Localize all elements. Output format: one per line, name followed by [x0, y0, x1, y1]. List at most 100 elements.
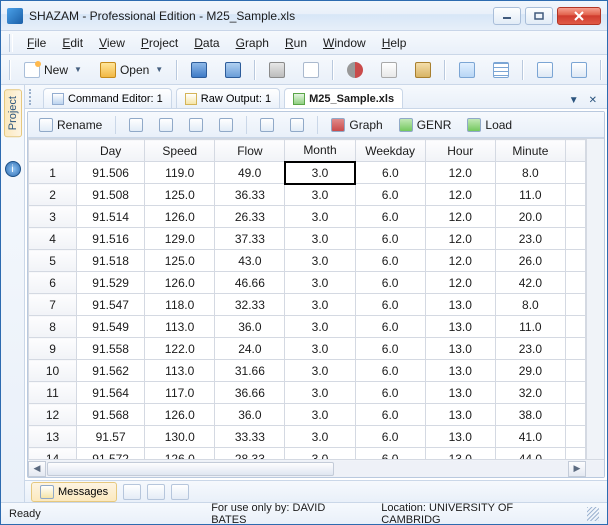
cell[interactable]: 91.516: [77, 228, 145, 250]
cell[interactable]: 36.33: [215, 184, 285, 206]
cell[interactable]: 12.0: [425, 228, 495, 250]
menu-view[interactable]: View: [91, 34, 133, 52]
cell[interactable]: 37.33: [215, 228, 285, 250]
messages-tab[interactable]: Messages: [31, 482, 117, 502]
cell[interactable]: 125.0: [145, 250, 215, 272]
cell[interactable]: 6.0: [355, 316, 425, 338]
cell[interactable]: 3.0: [285, 360, 355, 382]
cell[interactable]: 6.0: [355, 294, 425, 316]
cell[interactable]: 23.0: [495, 228, 565, 250]
cell[interactable]: 43.0: [215, 250, 285, 272]
sort-button[interactable]: [285, 115, 309, 135]
cell[interactable]: 6.0: [355, 184, 425, 206]
row-header[interactable]: 2: [29, 184, 77, 206]
tab-raw-output[interactable]: Raw Output: 1: [176, 88, 280, 108]
cell[interactable]: 6.0: [355, 338, 425, 360]
cell[interactable]: 3.0: [285, 250, 355, 272]
cell[interactable]: 6.0: [355, 426, 425, 448]
cell[interactable]: 13.0: [425, 404, 495, 426]
cell[interactable]: 118.0: [145, 294, 215, 316]
cell[interactable]: 29.0: [495, 360, 565, 382]
cell[interactable]: 12.0: [425, 162, 495, 184]
cell[interactable]: 26.0: [495, 250, 565, 272]
cell[interactable]: 3.0: [285, 448, 355, 460]
row-header[interactable]: 4: [29, 228, 77, 250]
cell[interactable]: 3.0: [285, 162, 355, 184]
cell[interactable]: 41.0: [495, 426, 565, 448]
cell[interactable]: 44.0: [495, 448, 565, 460]
cell[interactable]: 6.0: [355, 206, 425, 228]
cell[interactable]: 38.0: [495, 404, 565, 426]
cell[interactable]: 91.508: [77, 184, 145, 206]
cell[interactable]: 91.564: [77, 382, 145, 404]
row-header[interactable]: 1: [29, 162, 77, 184]
menu-help[interactable]: Help: [374, 34, 415, 52]
cell[interactable]: 26.33: [215, 206, 285, 228]
load-button[interactable]: Load: [462, 115, 517, 135]
cell[interactable]: 36.66: [215, 382, 285, 404]
cell[interactable]: 129.0: [145, 228, 215, 250]
cell[interactable]: 3.0: [285, 404, 355, 426]
cell[interactable]: 8.0: [495, 294, 565, 316]
filter-button[interactable]: [255, 115, 279, 135]
row-header[interactable]: 10: [29, 360, 77, 382]
cell[interactable]: 3.0: [285, 316, 355, 338]
cell[interactable]: 49.0: [215, 162, 285, 184]
move-left-button[interactable]: [154, 115, 178, 135]
cell[interactable]: 13.0: [425, 316, 495, 338]
cell[interactable]: 3.0: [285, 294, 355, 316]
cell[interactable]: 126.0: [145, 272, 215, 294]
move-right-button[interactable]: [184, 115, 208, 135]
paste-button[interactable]: [408, 59, 438, 81]
cell[interactable]: 13.0: [425, 426, 495, 448]
cell[interactable]: 13.0: [425, 294, 495, 316]
cell[interactable]: 113.0: [145, 316, 215, 338]
cell[interactable]: 6.0: [355, 250, 425, 272]
cell[interactable]: 91.514: [77, 206, 145, 228]
cell[interactable]: 20.0: [495, 206, 565, 228]
cell[interactable]: 126.0: [145, 448, 215, 460]
cell[interactable]: 11.0: [495, 184, 565, 206]
cell[interactable]: 46.66: [215, 272, 285, 294]
cell[interactable]: 91.529: [77, 272, 145, 294]
column-header[interactable]: Speed: [145, 140, 215, 162]
cell[interactable]: 113.0: [145, 360, 215, 382]
new-button[interactable]: New▼: [17, 59, 89, 81]
minimize-button[interactable]: [493, 7, 521, 25]
cell[interactable]: 32.0: [495, 382, 565, 404]
row-header[interactable]: 8: [29, 316, 77, 338]
cell[interactable]: 8.0: [495, 162, 565, 184]
bottom-extra-2[interactable]: [147, 484, 165, 500]
column-header[interactable]: Month: [285, 140, 355, 162]
cell[interactable]: 91.549: [77, 316, 145, 338]
open-button[interactable]: Open▼: [93, 59, 170, 81]
cell[interactable]: 130.0: [145, 426, 215, 448]
corner-cell[interactable]: [29, 140, 77, 162]
cell[interactable]: 3.0: [285, 426, 355, 448]
graph-button[interactable]: Graph: [326, 115, 387, 135]
cut-button[interactable]: [340, 59, 370, 81]
resize-grip[interactable]: [587, 507, 599, 521]
rename-button[interactable]: Rename: [34, 115, 107, 135]
cell[interactable]: 32.33: [215, 294, 285, 316]
move-last-button[interactable]: [214, 115, 238, 135]
vertical-scrollbar[interactable]: [586, 139, 604, 459]
cell[interactable]: 3.0: [285, 272, 355, 294]
cell[interactable]: 91.57: [77, 426, 145, 448]
cell[interactable]: 13.0: [425, 382, 495, 404]
row-header[interactable]: 9: [29, 338, 77, 360]
cell[interactable]: 6.0: [355, 228, 425, 250]
move-first-button[interactable]: [124, 115, 148, 135]
cell[interactable]: 119.0: [145, 162, 215, 184]
cell[interactable]: 122.0: [145, 338, 215, 360]
cell[interactable]: 12.0: [425, 206, 495, 228]
info-icon[interactable]: i: [5, 161, 21, 177]
column-header[interactable]: Day: [77, 140, 145, 162]
copy-button[interactable]: [374, 59, 404, 81]
cell[interactable]: 24.0: [215, 338, 285, 360]
tab-command-editor[interactable]: Command Editor: 1: [43, 88, 172, 108]
row-header[interactable]: 6: [29, 272, 77, 294]
cell[interactable]: 3.0: [285, 338, 355, 360]
menu-file[interactable]: File: [19, 34, 54, 52]
tab-dropdown-button[interactable]: ▼: [565, 93, 583, 108]
